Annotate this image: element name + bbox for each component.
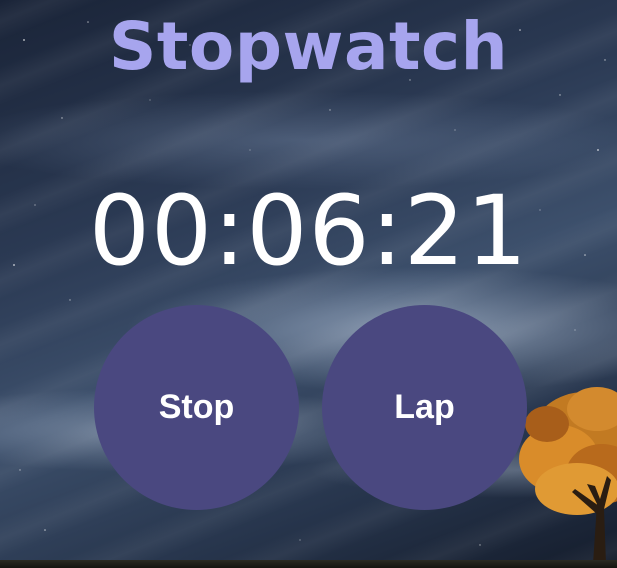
elapsed-time-display: 00:06:21 (88, 175, 529, 287)
ground-strip (0, 560, 617, 568)
app-title: Stopwatch (108, 8, 509, 85)
lap-button[interactable]: Lap (322, 305, 527, 510)
stop-button[interactable]: Stop (94, 305, 299, 510)
